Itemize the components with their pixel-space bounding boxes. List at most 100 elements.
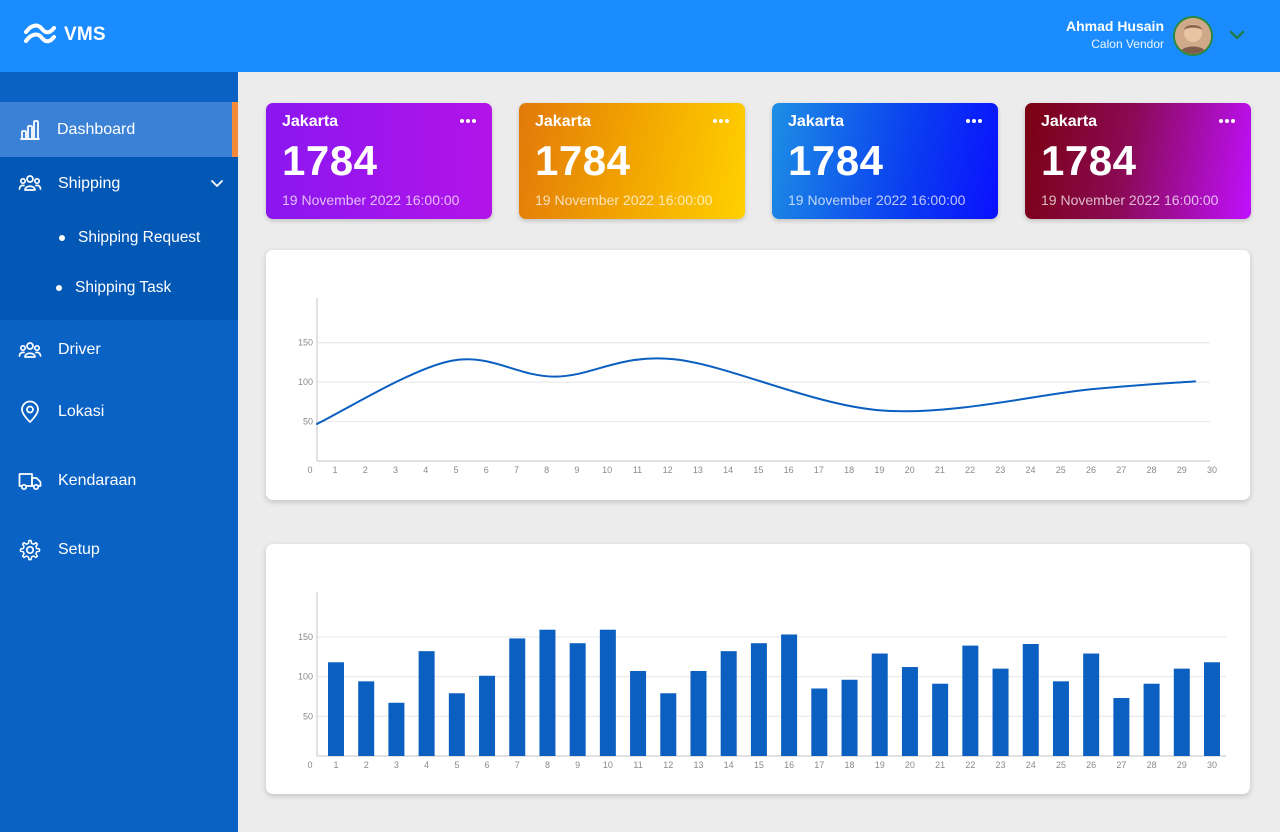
x-tick-label: 8	[545, 760, 550, 770]
stat-card[interactable]: Jakarta 1784 19 November 2022 16:00:00	[519, 103, 745, 219]
card-city: Jakarta	[282, 113, 339, 130]
chevron-down-icon[interactable]	[209, 178, 225, 190]
x-tick-label: 5	[453, 465, 458, 475]
more-dots-icon[interactable]	[1218, 113, 1236, 129]
sidebar-item-setup[interactable]: Setup	[0, 530, 238, 570]
x-tick-label: 18	[845, 760, 855, 770]
x-tick-label: 7	[515, 760, 520, 770]
x-tick-label: 14	[724, 760, 734, 770]
avatar[interactable]	[1173, 16, 1213, 56]
bar	[388, 702, 405, 756]
avatar-photo-icon	[1175, 18, 1211, 54]
x-tick-label: 24	[1026, 465, 1036, 475]
card-value: 1784	[788, 137, 884, 184]
x-tick-label: 28	[1147, 465, 1157, 475]
sidebar-item-label: Dashboard	[57, 120, 136, 138]
x-tick-label: 0	[307, 760, 312, 770]
user-info[interactable]: Ahmad Husain Calon Vendor	[1066, 17, 1164, 53]
brand[interactable]: VMS	[24, 22, 106, 48]
card-value: 1784	[1041, 137, 1137, 184]
x-tick-label: 1	[332, 465, 337, 475]
x-tick-label: 26	[1086, 465, 1096, 475]
x-tick-label: 21	[935, 465, 945, 475]
bullet-dot	[59, 235, 65, 241]
x-tick-label: 10	[603, 760, 613, 770]
bullet-dot	[56, 285, 62, 291]
sidebar-item-dashboard[interactable]: Dashboard	[0, 102, 238, 157]
bar	[539, 629, 556, 756]
bar	[1173, 668, 1190, 756]
sidebar-item-label: Shipping	[58, 174, 121, 192]
sidebar-item-lokasi[interactable]: Lokasi	[0, 392, 238, 432]
x-tick-label: 23	[996, 760, 1006, 770]
sidebar-item-shipping[interactable]: Shipping	[0, 157, 238, 210]
x-tick-label: 17	[814, 760, 824, 770]
y-tick-label: 100	[298, 672, 313, 682]
x-tick-label: 19	[874, 465, 884, 475]
line-chart: 501001500 1 2 3 4 5 6 7 8 9 10 11 12 13 14 15 16 17 18 19 20…	[298, 298, 1217, 475]
bar	[1022, 644, 1039, 756]
x-tick-label: 30	[1207, 760, 1217, 770]
more-dots-icon[interactable]	[965, 113, 983, 129]
card-city: Jakarta	[1041, 113, 1098, 130]
bar	[811, 688, 828, 756]
bar	[509, 638, 526, 756]
stat-card[interactable]: Jakarta 1784 19 November 2022 16:00:00	[1025, 103, 1251, 219]
sidebar-subitem-label: Shipping Request	[78, 229, 201, 246]
active-indicator	[232, 102, 238, 157]
stat-card[interactable]: Jakarta 1784 19 November 2022 16:00:00	[266, 103, 492, 219]
brand-name: VMS	[64, 24, 106, 45]
card-date: 19 November 2022 16:00:00	[535, 192, 713, 208]
x-tick-label: 25	[1056, 465, 1066, 475]
sidebar-item-label: Kendaraan	[58, 472, 137, 489]
bar	[750, 643, 767, 756]
x-tick-label: 29	[1177, 465, 1187, 475]
x-tick-label: 6	[485, 760, 490, 770]
sidebar-item-kendaraan[interactable]: Kendaraan	[0, 461, 238, 501]
sidebar-item-label: Driver	[58, 341, 101, 358]
chevron-down-icon[interactable]	[1228, 28, 1246, 42]
x-tick-label: 16	[784, 760, 794, 770]
x-tick-label: 19	[875, 760, 885, 770]
sidebar-item-label: Lokasi	[58, 403, 105, 420]
top-header: VMS Ahmad Husain Calon Vendor	[0, 0, 1280, 72]
x-tick-label: 22	[965, 760, 975, 770]
bar	[599, 629, 616, 756]
card-city: Jakarta	[535, 113, 592, 130]
card-value: 1784	[282, 137, 378, 184]
more-dots-icon[interactable]	[459, 113, 477, 129]
x-tick-label: 15	[753, 465, 763, 475]
card-date: 19 November 2022 16:00:00	[788, 192, 966, 208]
x-tick-label: 3	[394, 760, 399, 770]
bar-chart-icon	[20, 120, 40, 140]
stat-card[interactable]: Jakarta 1784 19 November 2022 16:00:00	[772, 103, 998, 219]
sidebar: Dashboard Shipping Shipping Request Ship…	[0, 72, 238, 832]
x-tick-label: 25	[1056, 760, 1066, 770]
bar	[358, 681, 375, 756]
more-dots-icon[interactable]	[712, 113, 730, 129]
card-city: Jakarta	[788, 113, 845, 130]
x-tick-label: 13	[693, 760, 703, 770]
x-tick-label: 16	[784, 465, 794, 475]
sidebar-subitem-shipping-task[interactable]: Shipping Task	[0, 268, 238, 308]
y-tick-label: 50	[303, 711, 313, 721]
gear-icon	[19, 539, 41, 561]
x-tick-label: 11	[633, 760, 642, 770]
bar	[841, 679, 858, 756]
bar	[690, 671, 707, 756]
wave-logo-icon	[24, 23, 56, 44]
bar	[932, 683, 949, 756]
sidebar-subitem-shipping-request[interactable]: Shipping Request	[0, 218, 238, 258]
x-tick-label: 20	[905, 465, 915, 475]
sidebar-item-driver[interactable]: Driver	[0, 330, 238, 370]
x-tick-label: 15	[754, 760, 764, 770]
bar	[901, 667, 918, 756]
user-name: Ahmad Husain	[1065, 18, 1164, 34]
series-line	[316, 357, 1197, 425]
x-tick-label: 26	[1086, 760, 1096, 770]
x-tick-label: 6	[484, 465, 489, 475]
bar	[448, 693, 465, 756]
bar	[660, 693, 677, 756]
x-tick-label: 12	[663, 760, 673, 770]
x-tick-label: 4	[424, 760, 429, 770]
